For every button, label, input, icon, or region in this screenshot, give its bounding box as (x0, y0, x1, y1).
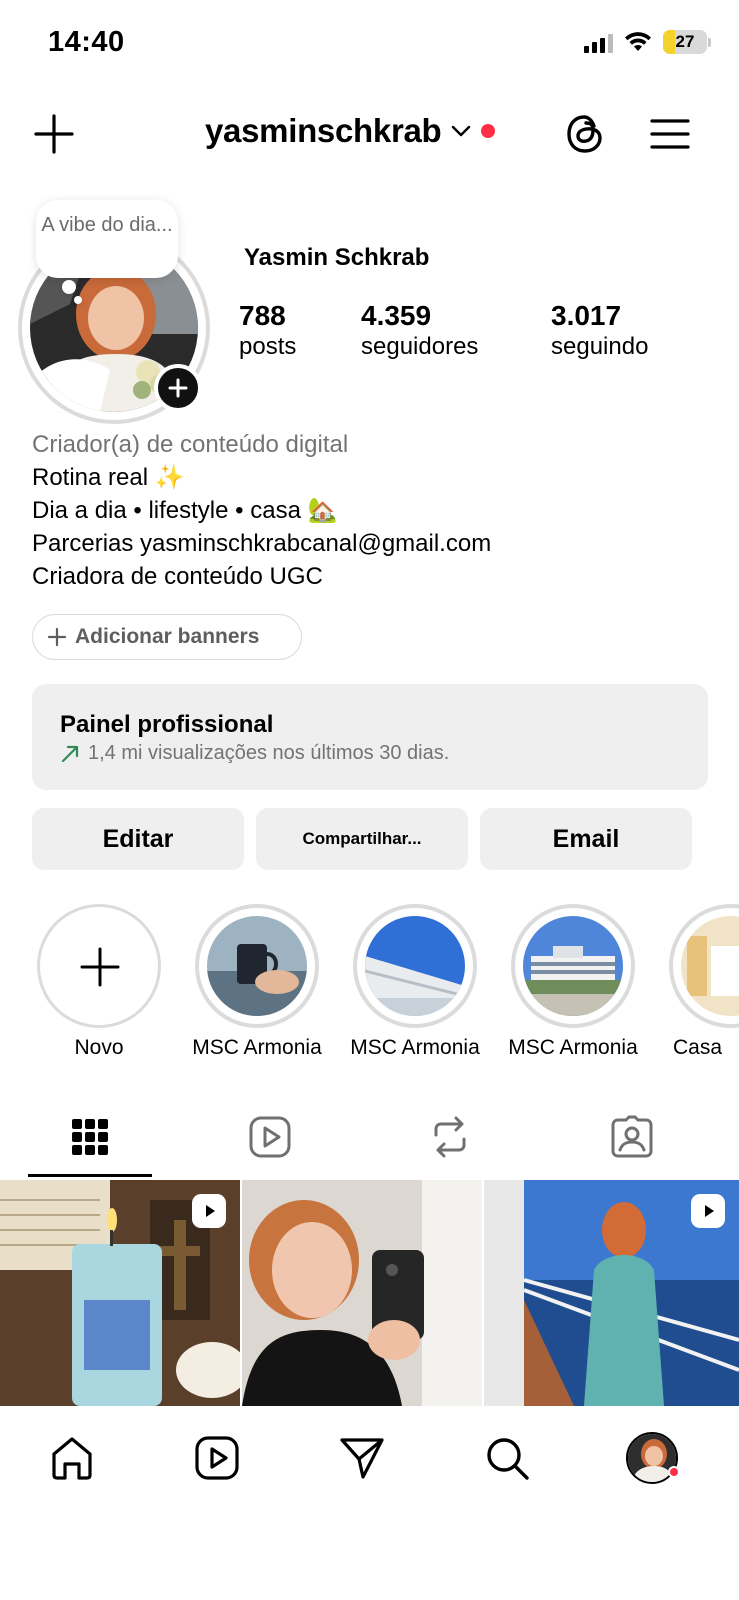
stat-label: seguidores (361, 333, 479, 360)
email-button[interactable]: Email (480, 808, 692, 870)
battery-icon: 27 (663, 30, 711, 54)
tab-reels[interactable] (240, 1112, 300, 1162)
edit-label: Editar (102, 824, 174, 853)
reel-badge-icon (192, 1194, 226, 1228)
post-thumbnail[interactable] (484, 1180, 739, 1406)
professional-dashboard[interactable]: Painel profissional 1,4 mi visualizações… (32, 684, 708, 790)
note-bubble-tail (62, 280, 76, 294)
nav-reels[interactable] (189, 1430, 245, 1486)
highlight-thumbnail (365, 916, 465, 1016)
pro-panel-subtitle: 1,4 mi visualizações nos últimos 30 dias… (88, 742, 450, 764)
wifi-icon (625, 32, 651, 51)
bio-line: Criadora de conteúdo UGC (32, 563, 323, 590)
status-time: 14:40 (48, 26, 125, 58)
search-icon (487, 1438, 529, 1480)
nav-home[interactable] (44, 1430, 100, 1486)
tab-tagged[interactable] (602, 1112, 662, 1162)
tab-reposts[interactable] (420, 1112, 480, 1162)
stat-followers[interactable]: 4.359 seguidores (361, 300, 478, 362)
share-profile-button[interactable]: Compartilhar... (256, 808, 468, 870)
highlight-new[interactable]: Novo (29, 904, 169, 1060)
highlight-item[interactable]: MSC Armonia (187, 904, 327, 1060)
menu-icon[interactable] (648, 114, 692, 154)
highlight-thumbnail (523, 916, 623, 1016)
share-label: Compartilhar... (302, 829, 422, 848)
active-tab-indicator (28, 1174, 152, 1177)
stat-label: posts (239, 333, 297, 360)
highlight-label: MSC Armonia (350, 1036, 480, 1059)
tab-grid[interactable] (60, 1112, 120, 1162)
add-banners-label: Adicionar banners (75, 625, 260, 648)
stat-following[interactable]: 3.017 seguindo (551, 300, 648, 362)
pro-panel-title: Painel profissional (60, 711, 274, 738)
reels-icon (249, 1116, 291, 1158)
add-story-button[interactable] (154, 364, 202, 412)
plus-icon (168, 378, 188, 398)
home-icon (52, 1437, 92, 1480)
bio-category: Criador(a) de conteúdo digital (32, 431, 349, 458)
status-bar: 14:40 27 (0, 0, 739, 90)
send-icon (340, 1438, 384, 1479)
nav-search[interactable] (479, 1430, 535, 1486)
grid-icon (72, 1119, 108, 1155)
highlight-label: MSC Armonia (508, 1036, 638, 1059)
stat-label: seguindo (551, 333, 649, 360)
bio-email-line[interactable]: Parcerias yasminschkrabcanal@gmail.com (32, 527, 491, 560)
highlight-item[interactable]: Casa (661, 904, 739, 1060)
repost-icon (434, 1116, 466, 1158)
highlight-thumbnail (207, 916, 307, 1016)
nav-messages[interactable] (334, 1430, 390, 1486)
threads-icon[interactable] (562, 110, 608, 158)
edit-profile-button[interactable]: Editar (32, 808, 244, 870)
add-banners-button[interactable]: Adicionar banners (32, 614, 302, 660)
highlight-item[interactable]: MSC Armonia (345, 904, 485, 1060)
pro-panel-subtitle-row: 1,4 mi visualizações nos últimos 30 dias… (60, 742, 680, 765)
plus-icon (80, 947, 120, 987)
trend-up-arrow-icon (61, 745, 79, 762)
highlight-label: Novo (74, 1036, 124, 1059)
profile-notification-dot (668, 1466, 680, 1478)
tagged-user-icon (611, 1115, 653, 1158)
highlight-item[interactable]: MSC Armonia (503, 904, 643, 1060)
highlight-label: MSC Armonia (192, 1036, 322, 1059)
plus-icon (47, 627, 67, 647)
post-thumbnail[interactable] (242, 1180, 482, 1406)
email-label: Email (552, 824, 620, 853)
note-text: A vibe do dia... (41, 214, 173, 236)
highlight-label: Casa (673, 1036, 723, 1059)
display-name: Yasmin Schkrab (244, 244, 430, 271)
bottom-navigation (0, 1406, 739, 1600)
reel-badge-icon (691, 1194, 725, 1228)
status-icons: 27 (584, 30, 711, 54)
note-bubble-tail-small (74, 296, 82, 304)
reels-icon (195, 1436, 239, 1480)
stat-number: 3.017 (551, 300, 622, 331)
stat-number: 4.359 (361, 300, 432, 331)
account-switcher[interactable]: yasminschkrab (205, 112, 496, 150)
profile-note[interactable]: A vibe do dia... (36, 200, 178, 278)
stat-number: 788 (239, 300, 286, 331)
battery-level: 27 (675, 32, 695, 51)
header-username: yasminschkrab (205, 112, 442, 149)
stat-posts[interactable]: 788 posts (239, 300, 296, 362)
bio: Criador(a) de conteúdo digital Rotina re… (32, 428, 491, 593)
create-plus-icon[interactable] (32, 112, 76, 156)
cellular-signal-icon (584, 31, 613, 53)
highlight-thumbnail (681, 916, 739, 1016)
chevron-down-icon (452, 125, 471, 137)
post-thumbnail[interactable] (0, 1180, 240, 1406)
bio-line: Rotina real ✨ (32, 464, 185, 491)
profile-header: yasminschkrab (0, 100, 739, 170)
bio-line: Dia a dia • lifestyle • casa 🏡 (32, 497, 338, 524)
notification-dot (481, 124, 496, 138)
